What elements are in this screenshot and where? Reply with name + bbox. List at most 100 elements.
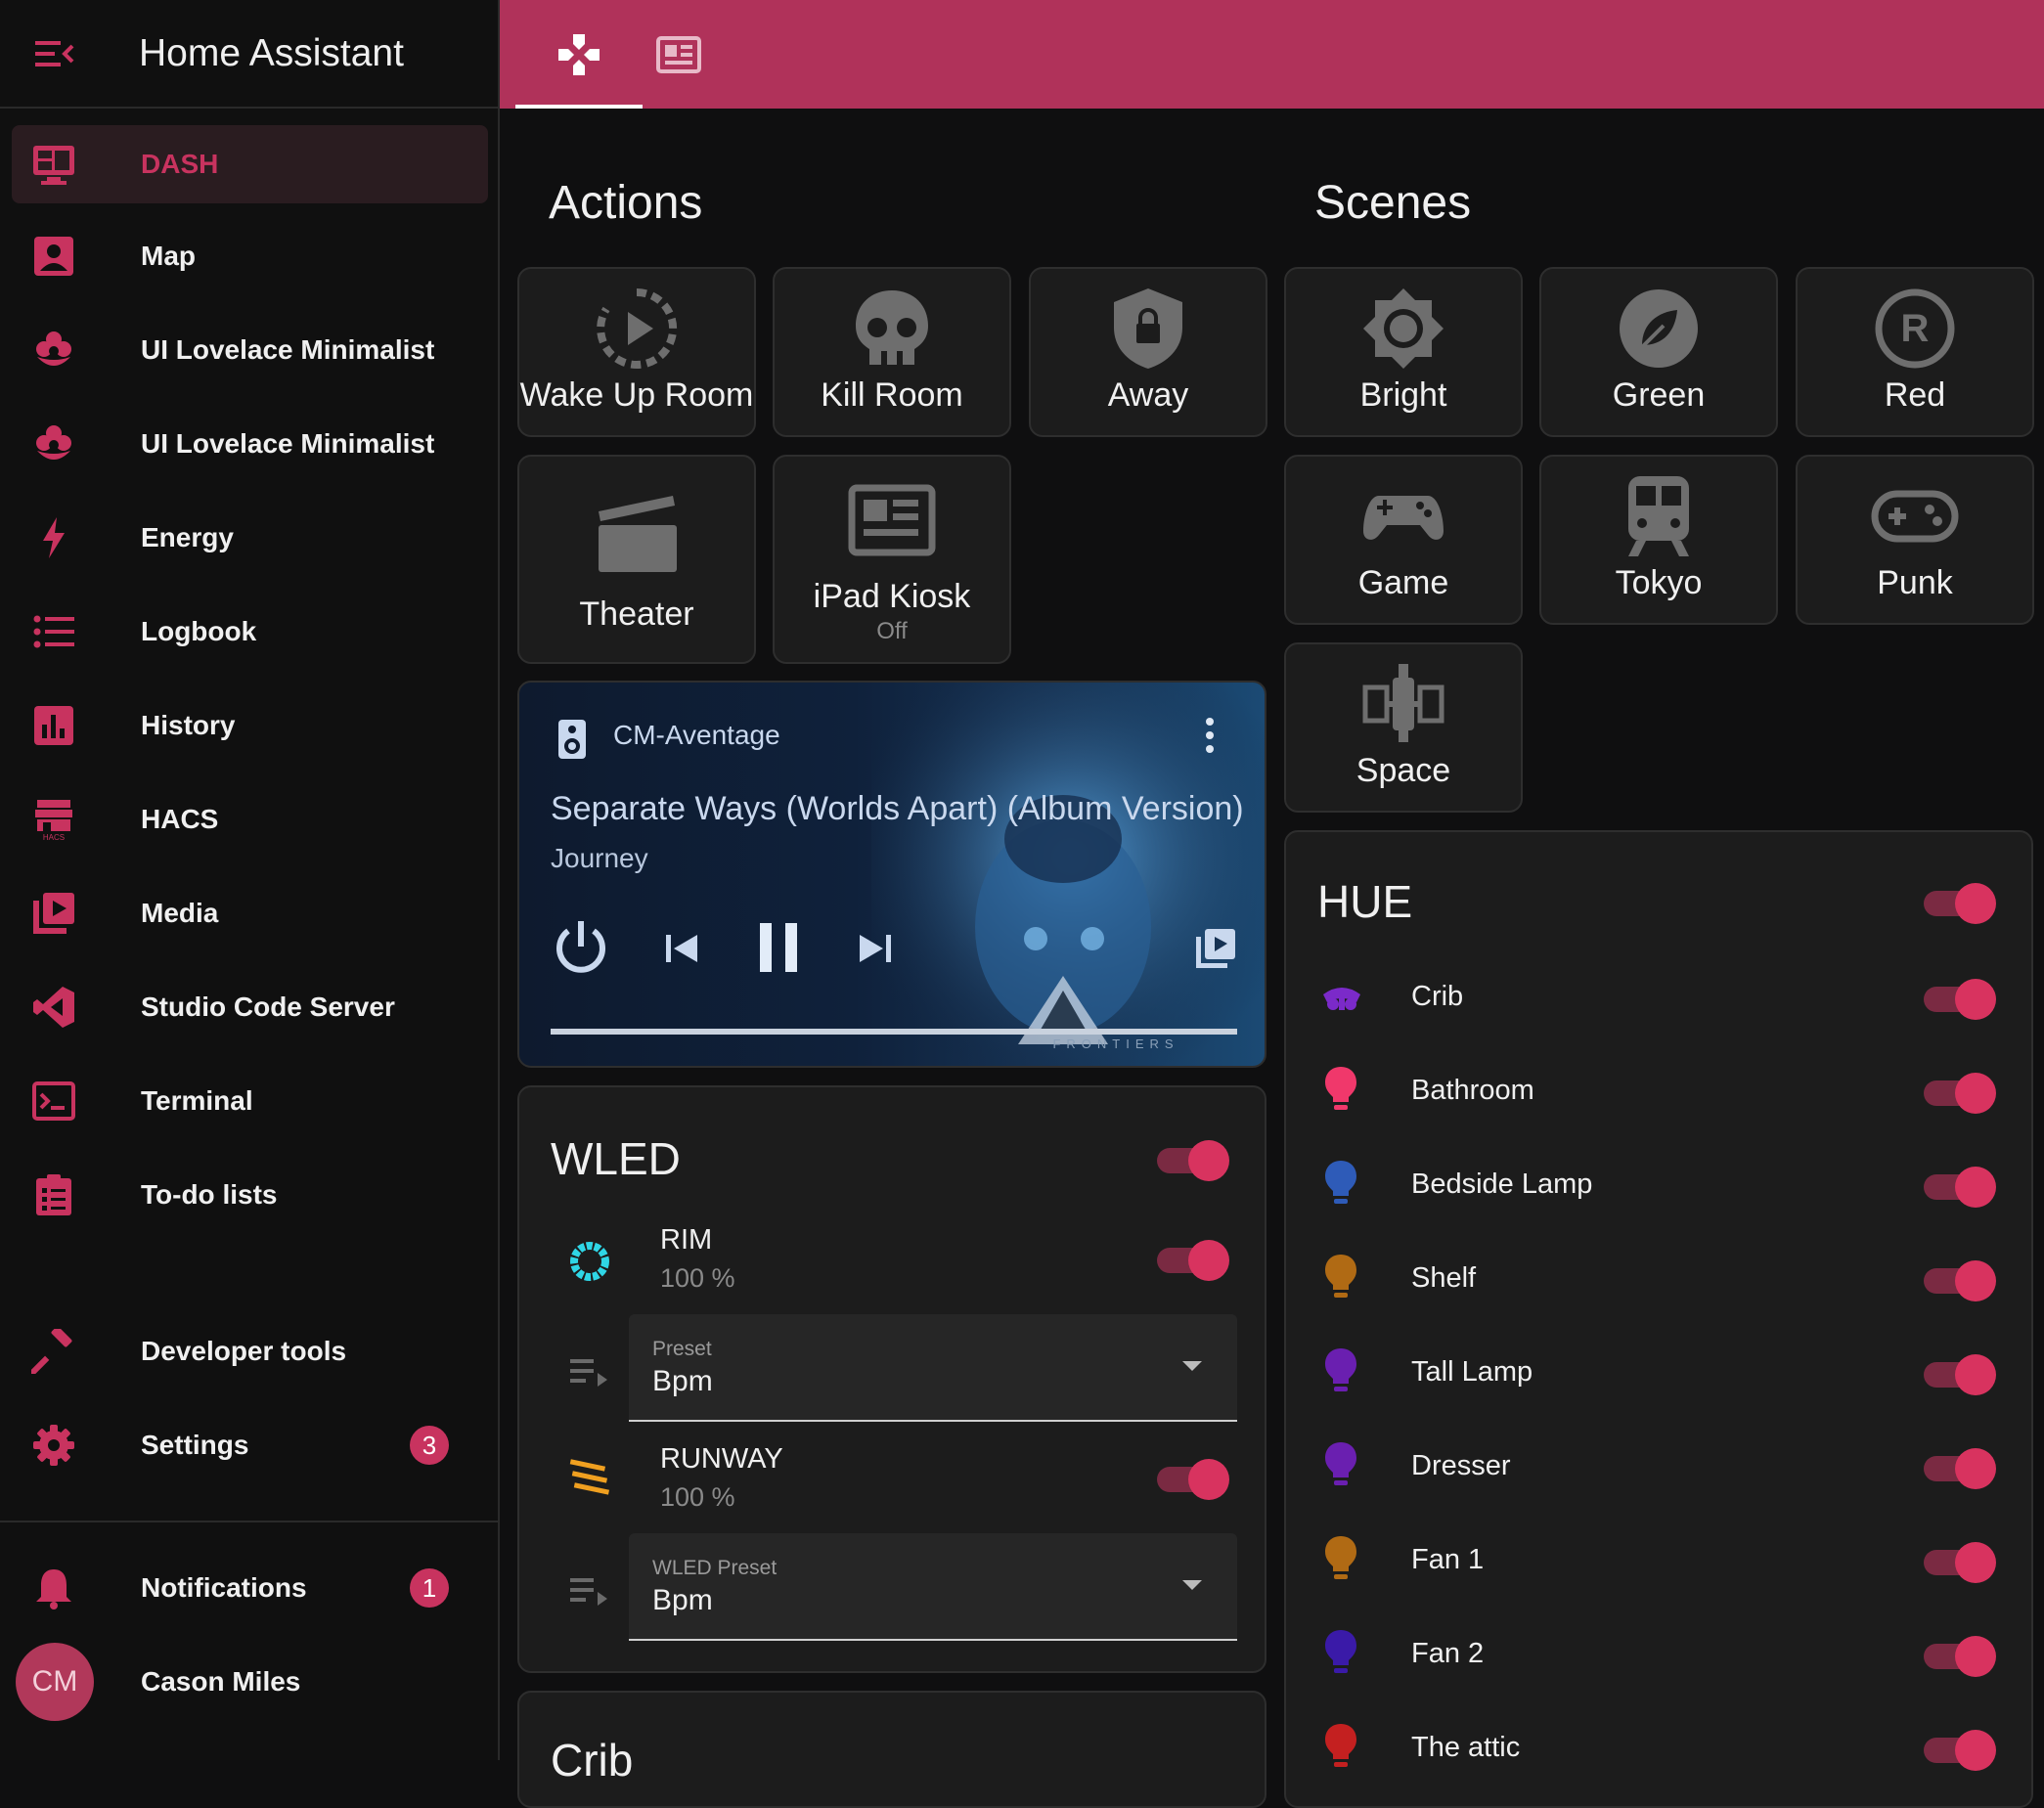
svg-text:HACS: HACS bbox=[43, 833, 65, 842]
hue-light-name: Dresser bbox=[1411, 1450, 1511, 1481]
action-state: Off bbox=[876, 618, 908, 644]
scene-label: Game bbox=[1357, 564, 1449, 601]
action-ipad-kiosk[interactable]: iPad Kiosk Off bbox=[773, 455, 1011, 664]
hue-light-toggle[interactable] bbox=[1922, 1730, 1996, 1771]
hue-light-toggle[interactable] bbox=[1922, 1448, 1996, 1489]
hue-light-toggle[interactable] bbox=[1922, 979, 1996, 1020]
wled-row-value: 100 % bbox=[660, 1263, 735, 1293]
wled-title: WLED bbox=[551, 1133, 681, 1184]
sidebar-item-terminal[interactable]: Terminal bbox=[12, 1062, 488, 1140]
scene-game[interactable]: Game bbox=[1284, 455, 1523, 625]
hue-light-row[interactable]: Bedside Lamp bbox=[1286, 1147, 2031, 1225]
hue-light-toggle[interactable] bbox=[1922, 1073, 1996, 1114]
hue-light-row[interactable]: The attic bbox=[1286, 1710, 2031, 1788]
hue-light-name: Fan 1 bbox=[1411, 1544, 1485, 1575]
sidebar-item-label: Developer tools bbox=[141, 1336, 347, 1366]
media-browse-icon[interactable] bbox=[1194, 927, 1237, 970]
media-progress-track[interactable] bbox=[551, 1029, 1237, 1035]
scenes-title: Scenes bbox=[1314, 177, 1472, 229]
hue-light-row[interactable]: Shelf bbox=[1286, 1241, 2031, 1319]
wled-rim-toggle[interactable] bbox=[1155, 1240, 1229, 1281]
sidebar-item-hacs[interactable]: HACS HACS bbox=[12, 780, 488, 859]
avatar: CM bbox=[16, 1643, 94, 1721]
ceiling-light-icon bbox=[1323, 988, 1360, 1010]
skip-next-icon[interactable] bbox=[858, 931, 893, 966]
menu-open-icon[interactable] bbox=[35, 39, 74, 68]
hue-light-row[interactable]: Crib bbox=[1286, 959, 2031, 1037]
hue-light-toggle[interactable] bbox=[1922, 1260, 1996, 1301]
sidebar-item-logbook[interactable]: Logbook bbox=[12, 593, 488, 671]
leaf-circle-icon bbox=[1620, 289, 1698, 368]
sidebar-item-user[interactable]: CM Cason Miles bbox=[12, 1643, 488, 1721]
action-away[interactable]: Away bbox=[1029, 267, 1267, 437]
lightbulb-icon bbox=[1325, 1161, 1356, 1204]
sidebar-item-todo-lists[interactable]: To-do lists bbox=[12, 1156, 488, 1234]
scene-space[interactable]: Space bbox=[1284, 642, 1523, 813]
sidebar-item-label: Map bbox=[141, 241, 196, 271]
scene-label: Red bbox=[1884, 376, 1946, 414]
scene-red[interactable]: R Red bbox=[1796, 267, 2034, 437]
sidebar-item-studio-code-server[interactable]: Studio Code Server bbox=[12, 968, 488, 1046]
action-label: Theater bbox=[579, 595, 694, 633]
wled-preset-2-select[interactable]: WLED Preset Bpm bbox=[629, 1533, 1237, 1641]
power-icon[interactable] bbox=[553, 919, 609, 976]
train-icon bbox=[1628, 476, 1689, 556]
sidebar-item-history[interactable]: History bbox=[12, 686, 488, 765]
sidebar-item-map[interactable]: Map bbox=[12, 217, 488, 295]
action-label: Wake Up Room bbox=[519, 376, 754, 414]
hue-light-toggle[interactable] bbox=[1922, 1167, 1996, 1208]
scene-punk[interactable]: Punk bbox=[1796, 455, 2034, 625]
wled-runway-toggle[interactable] bbox=[1155, 1459, 1229, 1500]
hue-light-toggle[interactable] bbox=[1922, 1354, 1996, 1395]
media-track-title: Separate Ways (Worlds Apart) (Album Vers… bbox=[551, 790, 1244, 827]
sidebar-item-notifications[interactable]: Notifications 1 bbox=[12, 1549, 488, 1627]
hue-light-name: Bedside Lamp bbox=[1411, 1169, 1593, 1200]
select-label: Preset bbox=[652, 1338, 712, 1360]
sidebar-divider bbox=[0, 1521, 500, 1522]
sidebar-item-settings[interactable]: Settings 3 bbox=[12, 1406, 488, 1484]
shield-lock-icon bbox=[1114, 288, 1182, 369]
wled-row-name: RUNWAY bbox=[660, 1443, 783, 1475]
lightbulb-icon bbox=[1325, 1255, 1356, 1298]
hue-light-row[interactable]: Bathroom bbox=[1286, 1053, 2031, 1131]
action-theater[interactable]: Theater bbox=[517, 455, 756, 664]
scene-bright[interactable]: Bright bbox=[1284, 267, 1523, 437]
media-progress-fill bbox=[551, 1029, 1237, 1035]
sidebar-item-energy[interactable]: Energy bbox=[12, 499, 488, 577]
speaker-icon bbox=[558, 720, 586, 759]
sidebar-item-label: DASH bbox=[141, 149, 219, 179]
hue-master-toggle[interactable] bbox=[1922, 883, 1996, 924]
sidebar-item-developer-tools[interactable]: Developer tools bbox=[12, 1312, 488, 1390]
tab-kiosk[interactable] bbox=[615, 0, 742, 109]
action-wake-up-room[interactable]: Wake Up Room bbox=[517, 267, 756, 437]
wled-preset-select[interactable]: Preset Bpm bbox=[629, 1314, 1237, 1422]
skip-previous-icon[interactable] bbox=[664, 931, 699, 966]
hue-light-toggle[interactable] bbox=[1922, 1542, 1996, 1583]
sidebar-item-label: To-do lists bbox=[141, 1179, 278, 1210]
newspaper-icon bbox=[848, 484, 936, 556]
sidebar-item-media[interactable]: Media bbox=[12, 874, 488, 952]
play-box-multiple-icon bbox=[33, 893, 74, 934]
sidebar-item-label: UI Lovelace Minimalist bbox=[141, 428, 435, 459]
hue-light-toggle[interactable] bbox=[1922, 1636, 1996, 1677]
action-kill-room[interactable]: Kill Room bbox=[773, 267, 1011, 437]
wled-master-toggle[interactable] bbox=[1155, 1140, 1229, 1181]
scene-tokyo[interactable]: Tokyo bbox=[1539, 455, 1778, 625]
more-vertical-icon[interactable] bbox=[1204, 716, 1216, 755]
sidebar-header: Home Assistant bbox=[0, 0, 498, 109]
vscode-icon bbox=[33, 987, 74, 1028]
lightbulb-icon bbox=[1325, 1067, 1356, 1110]
hue-light-row[interactable]: Fan 1 bbox=[1286, 1522, 2031, 1601]
hue-light-row[interactable]: Dresser bbox=[1286, 1429, 2031, 1507]
brightness-icon bbox=[1363, 288, 1444, 369]
pause-icon[interactable] bbox=[756, 921, 801, 974]
scene-green[interactable]: Green bbox=[1539, 267, 1778, 437]
select-value: Bpm bbox=[652, 1365, 713, 1397]
sidebar-item-dash[interactable]: DASH bbox=[12, 125, 488, 203]
sidebar-item-ui-lovelace-minimalist[interactable]: UI Lovelace Minimalist bbox=[12, 311, 488, 389]
registered-icon: R bbox=[1875, 288, 1955, 369]
hue-light-row[interactable]: Tall Lamp bbox=[1286, 1335, 2031, 1413]
hue-light-row[interactable]: Fan 2 bbox=[1286, 1616, 2031, 1695]
hammer-icon bbox=[31, 1329, 72, 1374]
sidebar-item-ui-lovelace-minimalist-2[interactable]: UI Lovelace Minimalist bbox=[12, 405, 488, 483]
